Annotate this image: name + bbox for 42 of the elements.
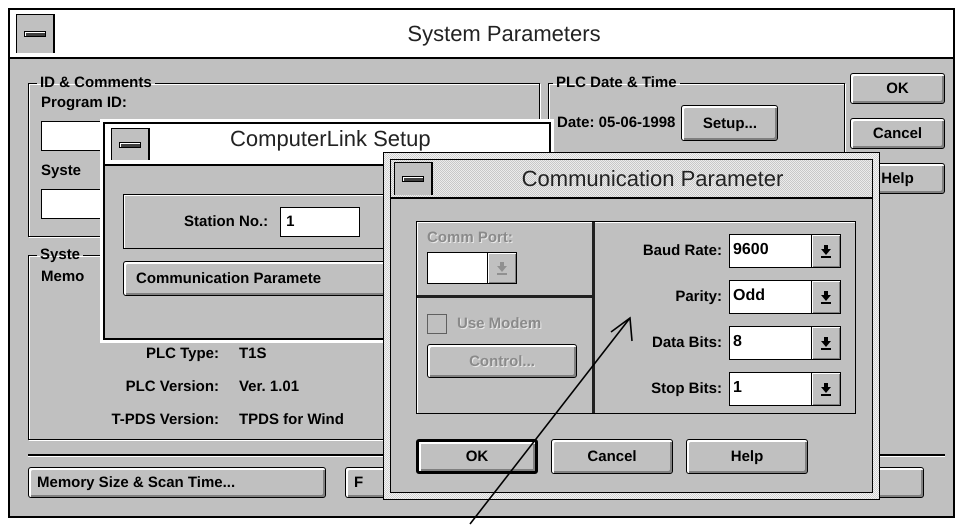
program-id-label: Program ID: <box>41 93 127 113</box>
comm-port-dropdown[interactable] <box>427 252 517 284</box>
dialog-button[interactable]: OK <box>416 439 538 474</box>
date-text: Date: 05-06-1998 <box>557 113 676 133</box>
dialog-button[interactable]: OK <box>850 73 945 104</box>
dropdown-arrow-icon <box>496 261 508 275</box>
station-label: Station No.: <box>184 212 268 232</box>
system-menu-icon[interactable] <box>111 128 150 160</box>
dialog-button[interactable]: Cancel <box>850 118 945 149</box>
field-label: Stop Bits: <box>651 379 722 399</box>
window-title: System Parameters <box>407 20 601 46</box>
info-label: PLC Type: <box>144 344 219 364</box>
field-label: Parity: <box>675 287 722 307</box>
group-title: Syste <box>39 245 82 265</box>
system-menu-icon[interactable] <box>394 162 433 195</box>
dropdown-arrow-icon <box>820 336 832 350</box>
field-label: Baud Rate: <box>642 241 722 261</box>
dropdown-arrow-icon <box>820 244 832 258</box>
dropdown-arrow-icon <box>820 290 832 304</box>
setting-dropdown[interactable]: Odd <box>729 280 841 314</box>
window-title: Communication Parameter <box>520 166 784 192</box>
dialog-button[interactable]: Help <box>686 439 808 474</box>
station-field[interactable]: 1 <box>280 206 360 236</box>
group-title: ID & Comments <box>39 73 153 93</box>
setup-button[interactable]: Setup... <box>681 105 778 141</box>
system-menu-icon[interactable] <box>16 14 55 53</box>
dialog-button[interactable]: Cancel <box>551 439 673 474</box>
info-label: T-PDS Version: <box>110 410 219 430</box>
memory-size-button[interactable]: Memory Size & Scan Time... <box>28 467 326 498</box>
setting-dropdown[interactable]: 9600 <box>729 234 841 268</box>
info-label: PLC Version: <box>124 377 219 397</box>
field-label: Data Bits: <box>652 333 722 353</box>
window-title: ComputerLink Setup <box>230 127 431 151</box>
setting-dropdown[interactable]: 8 <box>729 326 841 360</box>
setting-dropdown[interactable]: 1 <box>729 372 841 406</box>
system-label: Syste <box>41 161 82 181</box>
info-value: T1S <box>239 344 267 364</box>
info-value: Ver. 1.01 <box>239 377 300 397</box>
group-title: PLC Date & Time <box>555 73 678 93</box>
dropdown-arrow-icon <box>820 382 832 396</box>
info-value: TPDS for Wind <box>239 410 344 430</box>
memory-label: Memo <box>41 267 84 287</box>
